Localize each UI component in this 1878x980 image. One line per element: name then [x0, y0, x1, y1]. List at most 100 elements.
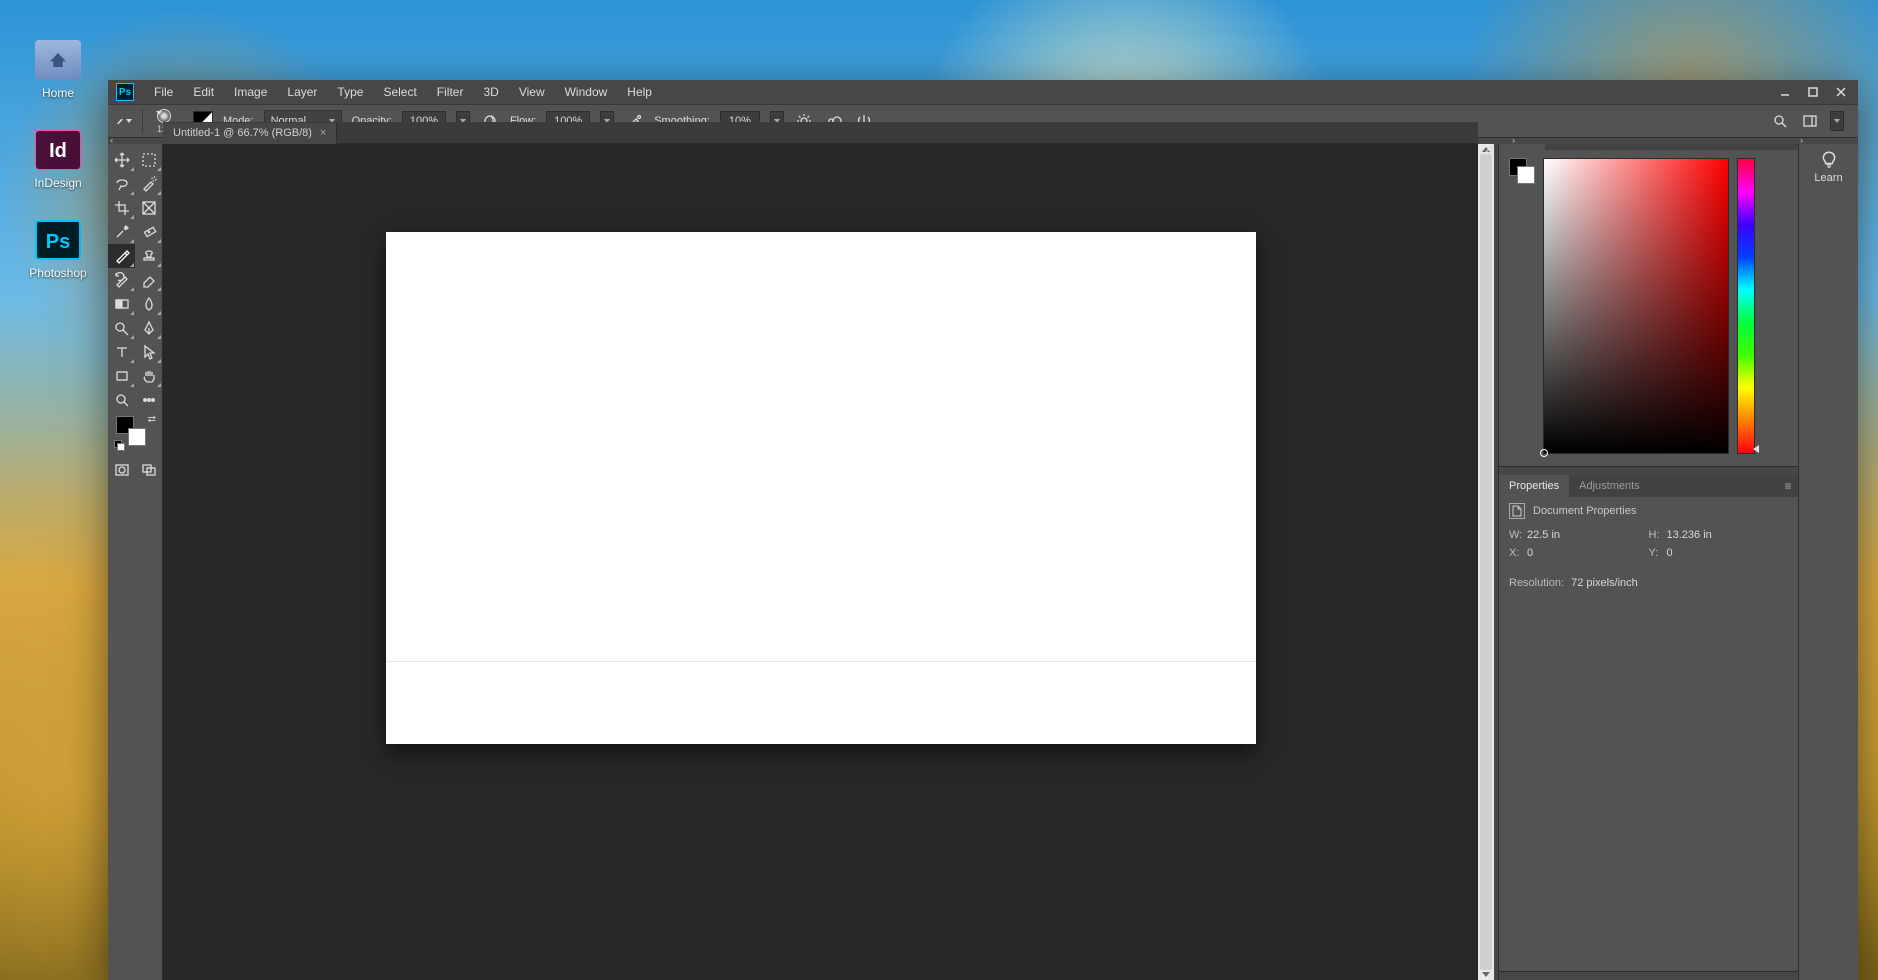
- type-tool[interactable]: [108, 340, 135, 364]
- menubar: Ps File Edit Image Layer Type Select Fil…: [108, 80, 1858, 104]
- menu-select[interactable]: Select: [373, 80, 426, 104]
- menu-file[interactable]: File: [144, 80, 183, 104]
- color-cursor-icon: [1540, 449, 1548, 457]
- color-fgbg-swatches[interactable]: [1509, 158, 1535, 184]
- desktop-icon-home[interactable]: Home: [18, 40, 98, 100]
- document-tab[interactable]: Untitled-1 @ 66.7% (RGB/8) ×: [163, 123, 337, 144]
- x-value: 0: [1527, 547, 1533, 559]
- healing-tool[interactable]: [135, 220, 162, 244]
- x-label: X:: [1509, 547, 1523, 559]
- vertical-scrollbar[interactable]: [1478, 144, 1494, 980]
- zoom-tool[interactable]: [108, 388, 135, 412]
- blur-tool[interactable]: [135, 292, 162, 316]
- menu-window[interactable]: Window: [555, 80, 618, 104]
- desktop-icon-label: InDesign: [18, 176, 98, 190]
- tab-adjustments[interactable]: Adjustments: [1569, 475, 1650, 497]
- maximize-button[interactable]: [1800, 82, 1826, 102]
- close-tab-icon[interactable]: ×: [320, 127, 326, 139]
- learn-column: Learn: [1798, 122, 1858, 980]
- menu-type[interactable]: Type: [327, 80, 373, 104]
- menu-edit[interactable]: Edit: [183, 80, 224, 104]
- bulb-icon: [1820, 150, 1838, 168]
- right-panel-column: Color Swatches ≡: [1498, 122, 1798, 980]
- rectangle-tool[interactable]: [108, 364, 135, 388]
- resolution-value: 72 pixels/inch: [1571, 577, 1638, 589]
- workspace-dropdown[interactable]: [1830, 111, 1844, 131]
- minimize-button[interactable]: [1772, 82, 1798, 102]
- default-colors-icon[interactable]: [114, 440, 124, 450]
- photoshop-icon: Ps: [35, 220, 81, 260]
- hue-slider[interactable]: [1737, 158, 1755, 454]
- path-select-tool[interactable]: [135, 340, 162, 364]
- collapse-handle-far-right[interactable]: ››: [1800, 136, 1814, 144]
- desktop-icon-photoshop[interactable]: Ps Photoshop: [18, 220, 98, 280]
- swap-colors-icon[interactable]: ⇄: [148, 414, 156, 425]
- quick-select-tool[interactable]: [135, 172, 162, 196]
- quick-mask-toggle[interactable]: [108, 458, 135, 482]
- scrollbar-thumb[interactable]: [1480, 154, 1492, 970]
- height-label: H:: [1649, 529, 1663, 541]
- collapse-handle-right[interactable]: ››: [1512, 136, 1526, 144]
- desktop-icon-label: Home: [18, 86, 98, 100]
- edit-toolbar-button[interactable]: [135, 388, 162, 412]
- properties-panel: Properties Adjustments ≡ Document Proper…: [1499, 475, 1798, 972]
- pen-tool[interactable]: [135, 316, 162, 340]
- screen-mode-toggle[interactable]: [135, 458, 162, 482]
- desktop-icon-label: Photoshop: [18, 266, 98, 280]
- move-tool[interactable]: [108, 148, 135, 172]
- gradient-tool[interactable]: [108, 292, 135, 316]
- y-label: Y:: [1649, 547, 1663, 559]
- learn-label: Learn: [1814, 172, 1842, 184]
- color-panel: Color Swatches ≡: [1499, 128, 1798, 467]
- mini-background-swatch[interactable]: [1517, 166, 1535, 184]
- home-folder-icon: [35, 40, 81, 80]
- menu-filter[interactable]: Filter: [427, 80, 474, 104]
- desktop-icon-indesign[interactable]: Id InDesign: [18, 130, 98, 190]
- crop-tool[interactable]: [108, 196, 135, 220]
- frame-tool[interactable]: [135, 196, 162, 220]
- y-value: 0: [1667, 547, 1673, 559]
- document-icon: [1509, 503, 1525, 519]
- canvas-area: Untitled-1 @ 66.7% (RGB/8) ×: [163, 122, 1478, 980]
- workspace-switcher-icon[interactable]: [1800, 111, 1820, 131]
- width-label: W:: [1509, 529, 1523, 541]
- menu-image[interactable]: Image: [224, 80, 277, 104]
- resolution-label: Resolution:: [1509, 577, 1564, 589]
- history-brush-tool[interactable]: [108, 268, 135, 292]
- panel-menu-icon[interactable]: ≡: [1778, 479, 1798, 493]
- hand-tool[interactable]: [135, 364, 162, 388]
- properties-heading: Document Properties: [1533, 505, 1636, 517]
- tab-properties[interactable]: Properties: [1499, 475, 1569, 497]
- saturation-value-picker[interactable]: [1543, 158, 1729, 454]
- menu-layer[interactable]: Layer: [277, 80, 327, 104]
- brush-tool[interactable]: [108, 244, 135, 268]
- desktop-icons: Home Id InDesign Ps Photoshop: [18, 40, 98, 310]
- collapse-handle-left[interactable]: ‹‹: [110, 136, 124, 144]
- menu-view[interactable]: View: [509, 80, 555, 104]
- collapsed-panel-icon[interactable]: [1481, 140, 1497, 159]
- height-value: 13.236 in: [1667, 529, 1712, 541]
- dodge-tool[interactable]: [108, 316, 135, 340]
- background-color-swatch[interactable]: [128, 428, 146, 446]
- canvas[interactable]: [386, 232, 1256, 744]
- menu-help[interactable]: Help: [617, 80, 662, 104]
- search-icon[interactable]: [1770, 111, 1790, 131]
- photoshop-window: Ps File Edit Image Layer Type Select Fil…: [108, 80, 1858, 980]
- menu-3d[interactable]: 3D: [473, 80, 508, 104]
- eyedropper-tool[interactable]: [108, 220, 135, 244]
- close-button[interactable]: [1828, 82, 1854, 102]
- indesign-icon: Id: [35, 130, 81, 170]
- lasso-tool[interactable]: [108, 172, 135, 196]
- eraser-tool[interactable]: [135, 268, 162, 292]
- toolbox: ⇄: [108, 122, 163, 980]
- learn-button[interactable]: Learn: [1799, 150, 1858, 184]
- stamp-tool[interactable]: [135, 244, 162, 268]
- app-logo-icon: Ps: [116, 83, 134, 101]
- document-tab-title: Untitled-1 @ 66.7% (RGB/8): [173, 127, 312, 139]
- brush-preview-icon: [157, 109, 171, 123]
- marquee-tool[interactable]: [135, 148, 162, 172]
- foreground-background-swatches[interactable]: ⇄: [108, 412, 162, 450]
- hue-pointer-icon: [1753, 445, 1759, 453]
- properties-panel-tabs: Properties Adjustments ≡: [1499, 475, 1798, 497]
- current-tool-indicator[interactable]: [116, 113, 132, 129]
